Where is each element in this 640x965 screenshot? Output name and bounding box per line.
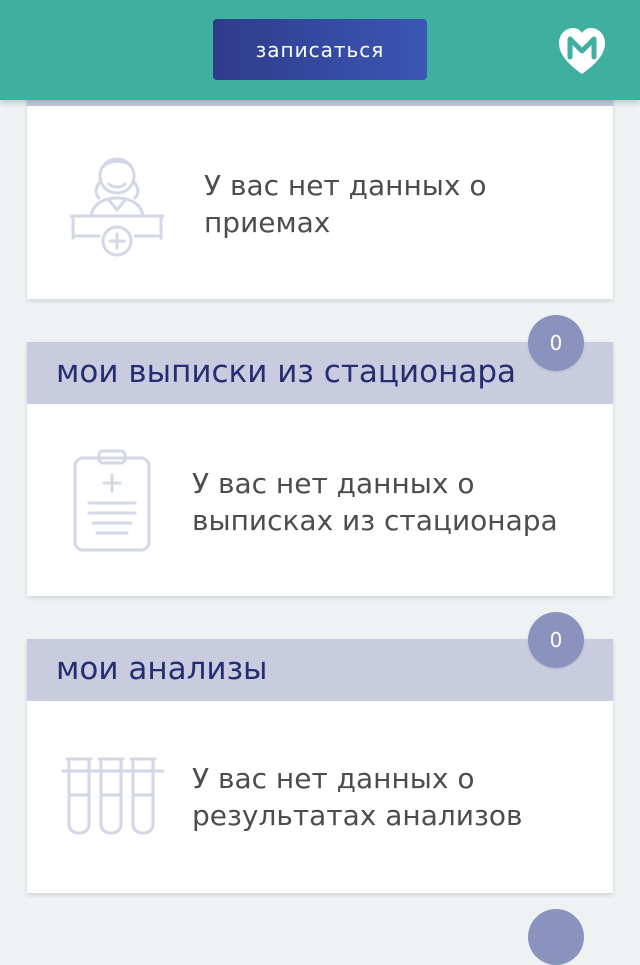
appointments-card: У вас нет данных о приемах <box>27 80 613 299</box>
analyses-count-badge: 0 <box>528 612 584 668</box>
discharges-empty-text: У вас нет данных о выписках из стационар… <box>192 467 558 537</box>
analyses-card-header[interactable]: мои анализы <box>27 639 613 701</box>
analyses-empty-text: У вас нет данных о результатах анализов <box>192 762 523 832</box>
clipboard-icon <box>73 449 151 552</box>
analyses-card: мои анализы 0 У вас нет данных о результ… <box>27 612 613 893</box>
discharges-title: мои выписки из стационара <box>56 354 517 390</box>
next-section-count-badge <box>528 909 584 965</box>
heart-m-logo-icon[interactable] <box>555 24 609 78</box>
discharges-card-header[interactable]: мои выписки из стационара <box>27 342 613 404</box>
doctor-desk-icon <box>69 157 165 257</box>
book-appointment-button[interactable]: записаться <box>213 19 427 80</box>
test-tubes-icon <box>61 757 165 835</box>
discharges-card: мои выписки из стационара 0 У вас нет да… <box>27 315 613 596</box>
app-header: записаться <box>0 0 640 100</box>
analyses-title: мои анализы <box>56 651 268 687</box>
discharges-count-badge: 0 <box>528 315 584 371</box>
appointments-empty-text: У вас нет данных о приемах <box>204 169 487 239</box>
